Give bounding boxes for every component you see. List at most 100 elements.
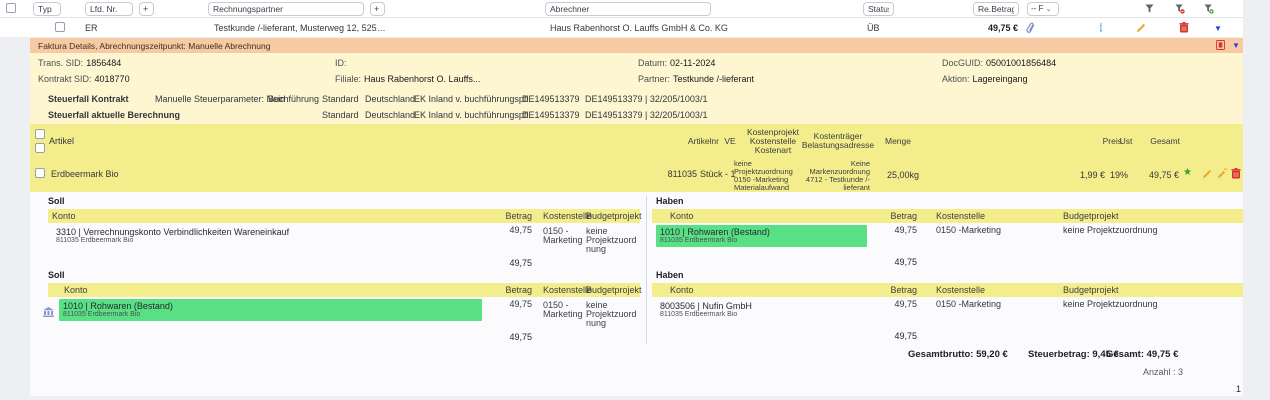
filter-type-value: -- F	[1031, 4, 1043, 13]
trash-icon[interactable]	[1231, 168, 1241, 179]
artikel-select-all-checkbox[interactable]	[35, 129, 45, 139]
highlighted-konto-cell[interactable]: 1010 | Rohwaren (Bestand) 811035 Erdbeer…	[656, 225, 867, 247]
konto-sub: 811035 Erdbeermark Bio	[63, 311, 478, 319]
col-kostenstelle: Kostenstelle	[923, 211, 1063, 221]
artikel-row-checkbox[interactable]	[35, 168, 45, 178]
faktura-meta-area: Trans. SID:1856484 ID: Datum:02-11-2024 …	[30, 53, 1243, 124]
add-filter-button-2[interactable]: +	[370, 2, 385, 16]
datum-value: 02-11-2024	[670, 58, 715, 68]
invoice-partner: Testkunde /-lieferant, Musterweg 12, 525…	[214, 23, 386, 33]
col-konto: Konto	[652, 285, 873, 295]
filiale-value: Haus Rabenhorst O. Lauffs...	[364, 74, 480, 84]
col-ust: Ust	[1116, 137, 1136, 146]
artikel-preis: 1,99 €	[1060, 170, 1105, 180]
gesamtbrutto: Gesamtbrutto: 59,20 €	[908, 349, 1008, 360]
pencil-icon[interactable]	[1136, 23, 1146, 33]
partner-label: Partner:	[638, 74, 670, 84]
konto-text: 1010 | Rohwaren (Bestand)	[660, 227, 863, 237]
highlighted-konto-cell[interactable]: 1010 | Rohwaren (Bestand) 811035 Erdbeer…	[59, 299, 482, 321]
kostenstelle: 0150 -Marketing	[923, 299, 1063, 309]
lfd-nr-filter-input[interactable]	[85, 2, 133, 16]
artikel-markenzuordnung: Keine Markenzuordnung	[802, 160, 870, 176]
ustid-tax-number: DE149513379 | 32/205/1003/1	[585, 94, 707, 104]
col-artikelnr: Artikelnr	[649, 137, 719, 146]
col-gesamt: Gesamt	[1134, 137, 1180, 146]
invoice-abrechner: Haus Rabenhorst O. Lauffs GmbH & Co. KG	[550, 23, 728, 33]
invoice-typ: ER	[85, 23, 98, 33]
chevron-down-icon: ⌄	[1046, 6, 1052, 13]
betrag: 49,75	[488, 299, 538, 309]
trash-icon[interactable]	[1216, 40, 1225, 50]
datum-label: Datum:	[638, 58, 667, 68]
pencil-plus-icon[interactable]	[1217, 168, 1228, 179]
konto-sub: 811035 Erdbeermark Bio	[660, 311, 869, 319]
col-budgetprojekt: Budgetprojekt	[586, 211, 640, 221]
invoice-status: ÜB	[867, 23, 880, 33]
haben-total: 49,75	[873, 331, 923, 341]
artikel-section: Artikel Artikelnr VE Kostenprojekt Koste…	[30, 124, 1243, 192]
bank-icon	[43, 307, 54, 317]
docguid-label: DocGUID:	[942, 58, 983, 68]
kostenstelle: 0150 -Marketing	[923, 225, 1063, 235]
aktion-value: Lagereingang	[973, 74, 1028, 84]
ledger-row: 8003506 | Nufin GmbH 811035 Erdbeermark …	[652, 297, 1243, 327]
col-konto: Konto	[48, 285, 488, 295]
paperclip-icon[interactable]	[1026, 22, 1036, 34]
haben-title: Haben	[652, 196, 1243, 205]
trans-sid-value: 1856484	[86, 58, 121, 68]
id-label: ID:	[335, 58, 347, 68]
star-icon[interactable]: ★	[1183, 168, 1192, 178]
funnel-icon[interactable]	[1145, 4, 1154, 14]
trash-icon[interactable]	[1179, 22, 1189, 33]
filter-type-select[interactable]: -- F ⌄	[1027, 2, 1059, 16]
soll-table-1: Soll Konto Betrag Kostenstelle Budgetpro…	[48, 196, 640, 268]
rechnungspartner-filter-input[interactable]	[208, 2, 364, 16]
col-budgetprojekt: Budgetprojekt	[1063, 285, 1243, 295]
chevron-down-icon[interactable]: ▼	[1232, 42, 1240, 50]
budgetprojekt: keine Projektzuordnung	[1063, 299, 1243, 309]
status-filter-input[interactable]	[863, 2, 894, 16]
artikel-select-all-checkbox-2[interactable]	[35, 143, 45, 153]
docguid-value: 05001001856484	[986, 58, 1056, 68]
steuer-land-2: Deutschland	[365, 110, 415, 120]
steuer-standard: Standard	[322, 94, 359, 104]
haben-table-1: Haben Konto Betrag Kostenstelle Budgetpr…	[652, 196, 1243, 267]
row-checkbox[interactable]	[55, 22, 65, 32]
ledger-row: 1010 | Rohwaren (Bestand) 811035 Erdbeer…	[48, 297, 640, 328]
abrechner-filter-input[interactable]	[545, 2, 711, 16]
col-budgetprojekt: Budgetprojekt	[1063, 211, 1243, 221]
konto-sub: 811035 Erdbeermark Bio	[660, 237, 863, 245]
funnel-add-icon[interactable]	[1204, 4, 1214, 14]
konto-text: 3310 | Verrechnungskonto Verbindlichkeit…	[56, 227, 484, 237]
re-betrag-filter-input[interactable]	[973, 2, 1019, 16]
add-filter-button[interactable]: +	[139, 2, 154, 16]
invoice-amount: 49,75 €	[928, 23, 1018, 33]
select-all-checkbox[interactable]	[6, 3, 16, 13]
filiale-label: Filiale:	[335, 74, 361, 84]
konto-sub: 811035 Erdbeermark Bio	[56, 237, 484, 245]
aktion-label: Aktion:	[942, 74, 970, 84]
kostenstelle: 0150 - Marketing	[538, 299, 586, 319]
invoice-row[interactable]: ER Testkunde /-lieferant, Musterweg 12, …	[0, 18, 1243, 37]
info-icon[interactable]: i	[1100, 22, 1102, 33]
funnel-remove-icon[interactable]	[1175, 4, 1185, 14]
kontrakt-sid-value: 4018770	[95, 74, 130, 84]
typ-filter-input[interactable]	[33, 2, 61, 16]
ustid-tax-number-2: DE149513379 | 32/205/1003/1	[585, 110, 707, 120]
betrag: 49,75	[873, 299, 923, 309]
trans-sid-label: Trans. SID:	[38, 58, 83, 68]
ledger-row: 1010 | Rohwaren (Bestand) 811035 Erdbeer…	[652, 223, 1243, 253]
ustid: DE149513379	[522, 94, 580, 104]
pencil-icon[interactable]	[1202, 169, 1212, 179]
betrag: 49,75	[873, 225, 923, 235]
konto-text: 1010 | Rohwaren (Bestand)	[63, 301, 478, 311]
col-kostenstelle: Kostenstelle	[538, 211, 586, 221]
col-konto: Konto	[48, 211, 488, 221]
soll-total: 49,75	[488, 258, 538, 268]
chevron-down-icon[interactable]: ▼	[1214, 25, 1222, 33]
budgetprojekt: keine Projektzuordnung	[586, 225, 640, 254]
soll-haben-divider	[646, 196, 647, 344]
col-konto: Konto	[652, 211, 873, 221]
haben-total: 49,75	[873, 257, 923, 267]
ustid-2: DE149513379	[522, 110, 580, 120]
